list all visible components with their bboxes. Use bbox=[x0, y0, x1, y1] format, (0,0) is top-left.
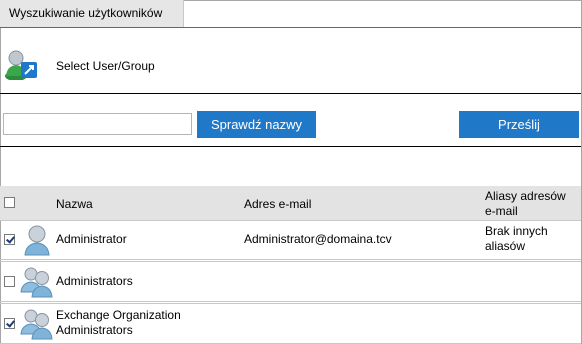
row-email: Administrator@domaina.tcv bbox=[244, 232, 392, 246]
submit-button[interactable]: Prześlij bbox=[459, 111, 579, 138]
check-names-button[interactable]: Sprawdź nazwy bbox=[197, 111, 316, 138]
divider-bottom bbox=[0, 146, 581, 147]
row-checkbox[interactable] bbox=[4, 234, 15, 245]
group-icon bbox=[20, 267, 53, 298]
column-header-email[interactable]: Adres e-mail bbox=[244, 197, 311, 211]
row-checkbox[interactable] bbox=[4, 276, 15, 287]
divider-top bbox=[0, 93, 581, 94]
select-all-checkbox[interactable] bbox=[4, 197, 15, 208]
table-row[interactable]: Administrators bbox=[0, 262, 581, 302]
table-row[interactable]: Exchange Organization Administrators bbox=[0, 304, 581, 344]
header-title: Select User/Group bbox=[56, 59, 155, 73]
table-header: Nazwa Adres e-mail Aliasy adresów e-mail bbox=[0, 186, 581, 221]
column-header-aliases[interactable]: Aliasy adresów e-mail bbox=[485, 189, 577, 219]
tab-user-search[interactable]: Wyszukiwanie użytkowników bbox=[0, 0, 184, 27]
column-header-name[interactable]: Nazwa bbox=[56, 197, 93, 211]
user-icon bbox=[24, 225, 50, 256]
row-name: Administrators bbox=[56, 274, 133, 288]
row-name: Administrator bbox=[56, 232, 127, 246]
group-icon bbox=[20, 309, 53, 340]
user-group-select-icon bbox=[5, 50, 37, 80]
row-checkbox[interactable] bbox=[4, 318, 15, 329]
search-input[interactable] bbox=[3, 113, 192, 135]
table-row[interactable]: Administrator Administrator@domaina.tcv … bbox=[0, 220, 581, 260]
tab-underline bbox=[0, 27, 581, 28]
row-aliases: Brak innych aliasów bbox=[485, 224, 548, 253]
row-name: Exchange Organization Administrators bbox=[56, 308, 181, 337]
